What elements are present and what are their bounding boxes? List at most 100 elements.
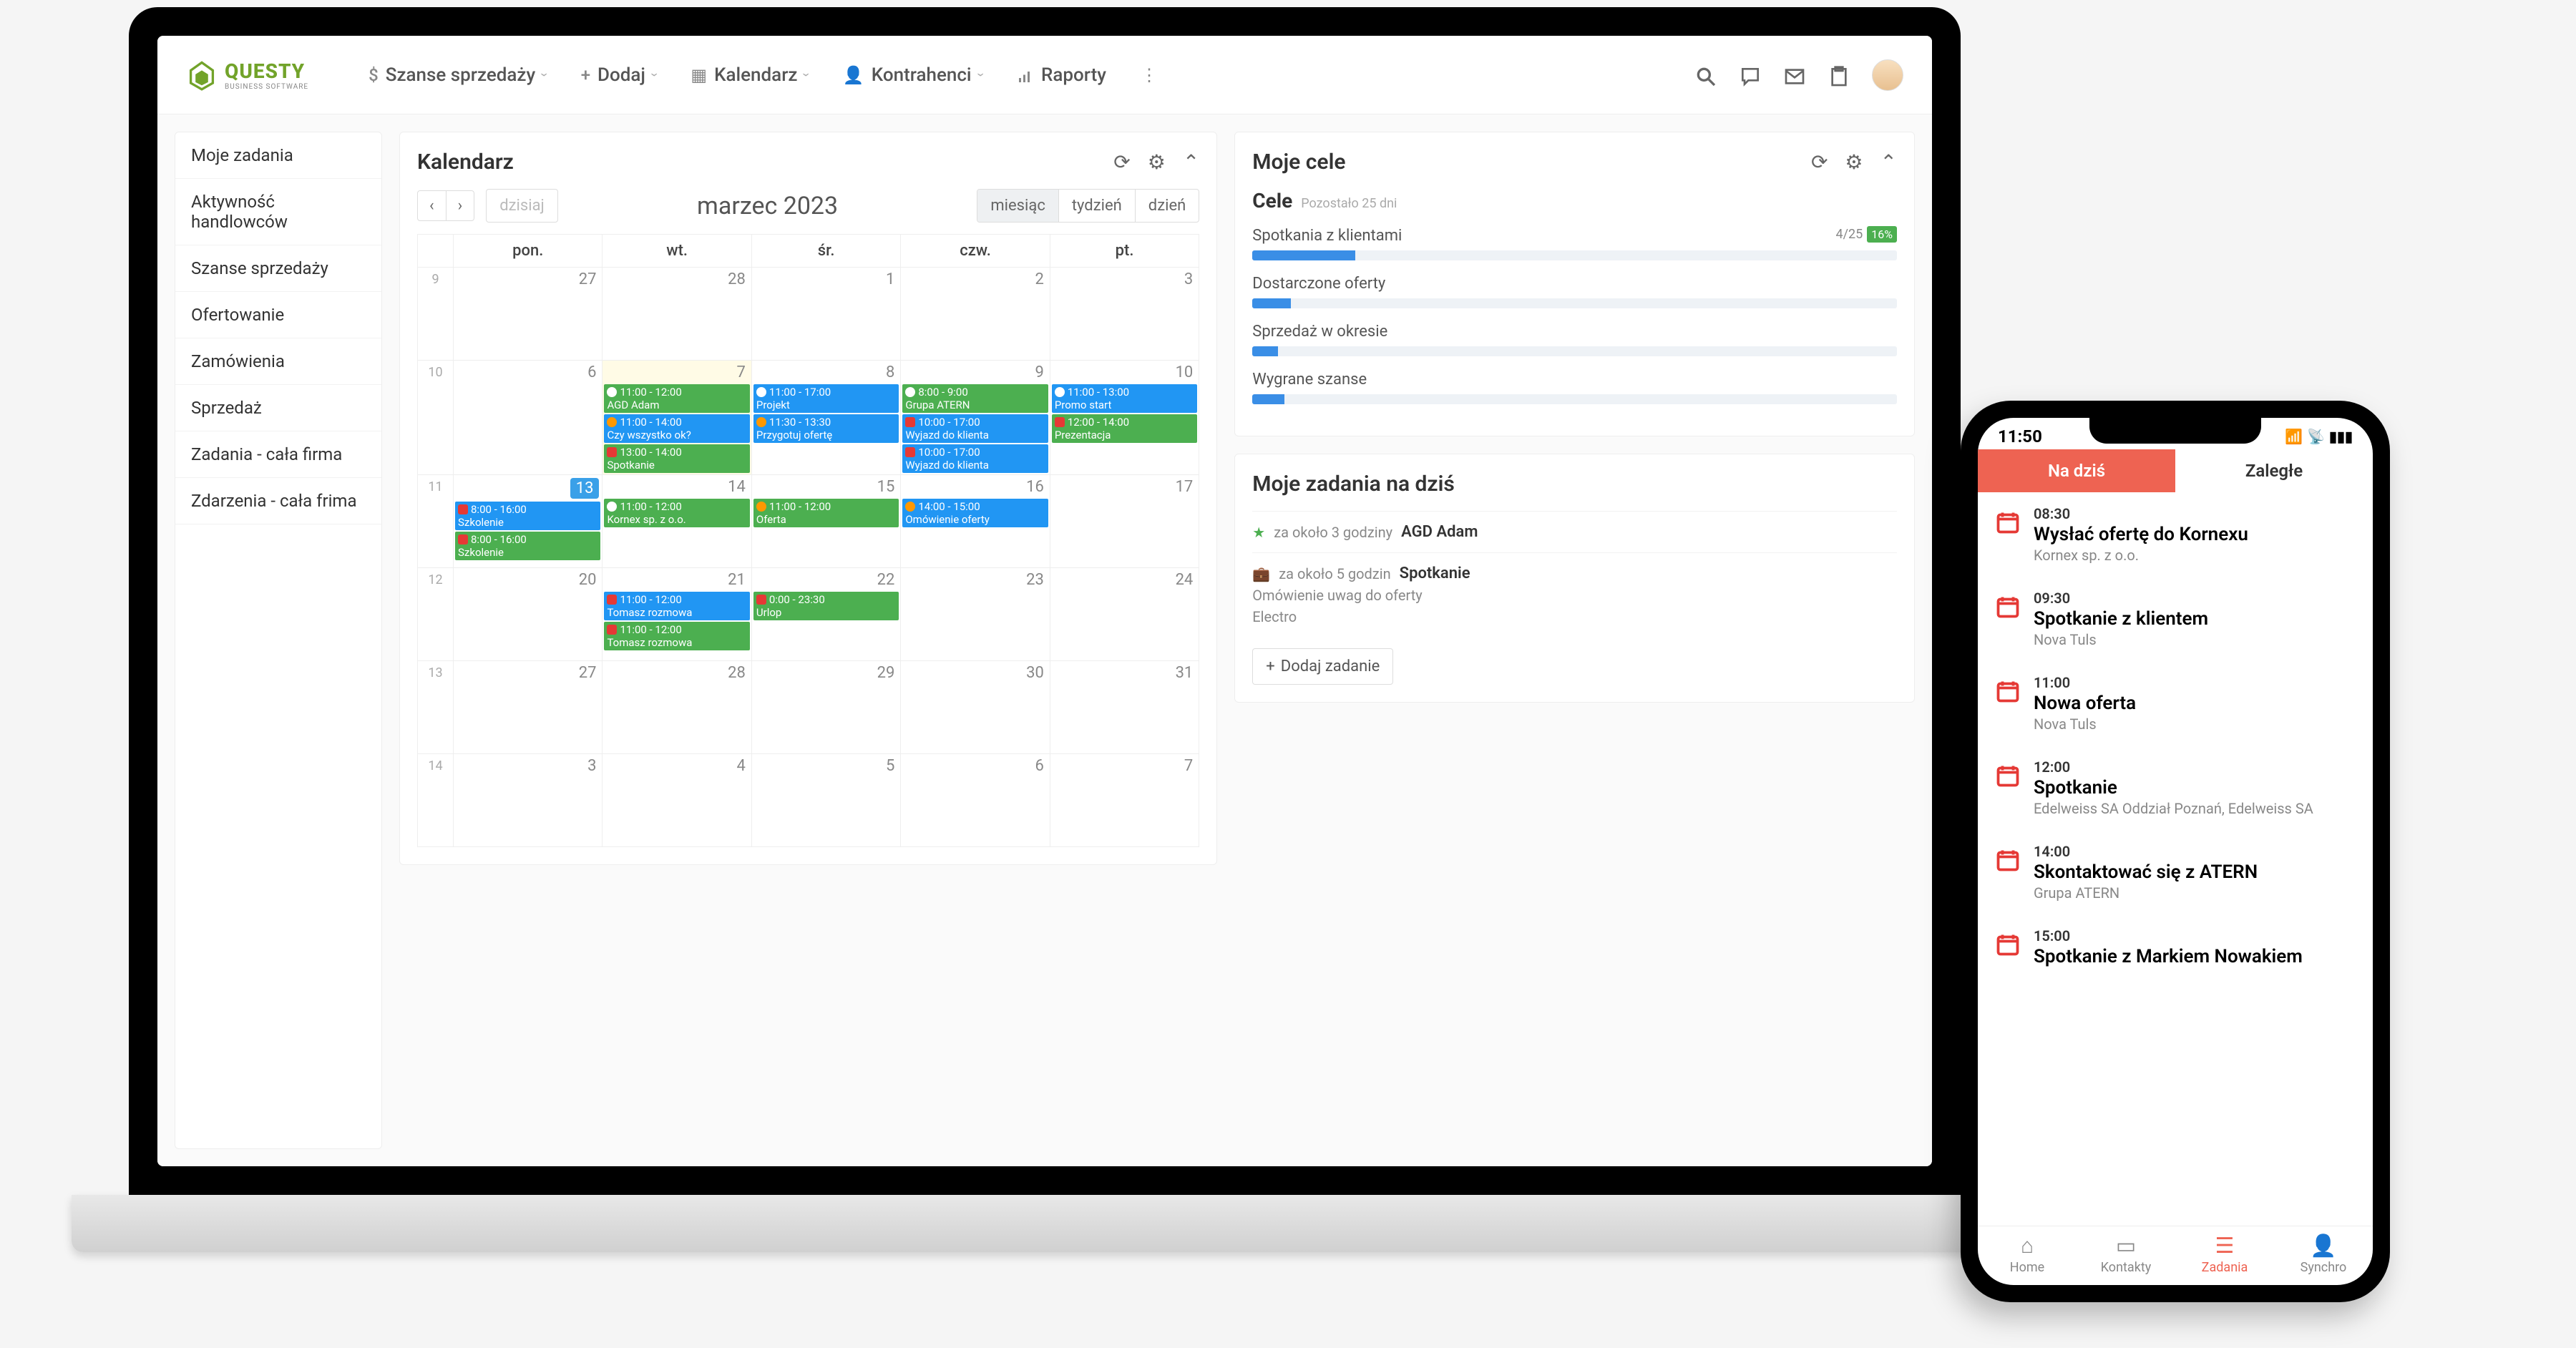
day-cell[interactable]: 5 (751, 754, 900, 847)
sidebar-item-events-all[interactable]: Zdarzenia - cała frima (175, 478, 381, 524)
view-month-button[interactable]: miesiąc (977, 190, 1059, 222)
day-cell[interactable]: 2 (901, 268, 1050, 361)
calendar-event[interactable]: 10:00 - 17:00Wyjazd do klienta (902, 444, 1048, 473)
nav-tasks[interactable]: ☰Zadania (2175, 1226, 2274, 1285)
calendar-event[interactable]: 11:00 - 12:00AGD Adam (604, 384, 749, 413)
day-cell[interactable]: 31 (1050, 661, 1199, 754)
gear-icon[interactable]: ⚙ (1845, 150, 1863, 174)
day-cell[interactable]: 23 (901, 568, 1050, 661)
refresh-icon[interactable]: ⟳ (1113, 150, 1130, 174)
calendar-event[interactable]: 11:00 - 12:00Tomasz rozmowa (604, 622, 749, 650)
calendar-event[interactable]: 11:00 - 12:00Tomasz rozmowa (604, 592, 749, 620)
phone-task-list[interactable]: 08:30 Wysłać ofertę do Kornexu Kornex sp… (1978, 492, 2373, 1226)
today-task-row[interactable]: 💼 za około 5 godzin Spotkanie Omówienie … (1252, 552, 1897, 637)
day-cell[interactable]: 7 (1050, 754, 1199, 847)
day-cell[interactable]: 3 (454, 754, 602, 847)
calendar-event[interactable]: 8:00 - 9:00Grupa ATERN (902, 384, 1048, 413)
chevron-up-icon[interactable]: ⌃ (1183, 150, 1199, 174)
nav-calendar[interactable]: ▦ Kalendarz › (673, 57, 826, 93)
day-cell[interactable]: 14 11:00 - 12:00Kornex sp. z o.o. (602, 475, 751, 568)
calendar-event[interactable]: 11:30 - 13:30Przygotuj ofertę (753, 414, 899, 443)
sidebar-item-sales[interactable]: Sprzedaż (175, 385, 381, 431)
sidebar-item-mytasks[interactable]: Moje zadania (175, 132, 381, 179)
day-cell[interactable]: 9 8:00 - 9:00Grupa ATERN 10:00 - 17:00Wy… (901, 361, 1050, 475)
logo[interactable]: QUESTY BUSINESS SOFTWARE (186, 59, 308, 91)
day-cell[interactable]: 24 (1050, 568, 1199, 661)
calendar-event[interactable]: 11:00 - 17:00Projekt (753, 384, 899, 413)
day-cell[interactable]: 3 (1050, 268, 1199, 361)
calendar-event[interactable]: 11:00 - 14:00Czy wszystko ok? (604, 414, 749, 443)
phone-task-row[interactable]: 15:00 Spotkanie z Markiem Nowakiem (1978, 914, 2373, 982)
calendar-event[interactable]: 11:00 - 12:00Kornex sp. z o.o. (604, 499, 749, 527)
day-cell[interactable]: 4 (602, 754, 751, 847)
goal-label: Dostarczone oferty (1252, 275, 1385, 293)
chat-icon[interactable] (1739, 62, 1762, 89)
view-day-button[interactable]: dzień (1136, 190, 1199, 222)
nav-add[interactable]: + Dodaj › (564, 57, 674, 93)
today-button[interactable]: dzisiaj (486, 189, 558, 223)
calendar-event[interactable]: 12:00 - 14:00Prezentacja (1052, 414, 1197, 443)
prev-month-button[interactable]: ‹ (418, 191, 447, 220)
day-cell[interactable]: 16 14:00 - 15:00Omówienie oferty (901, 475, 1050, 568)
sidebar-item-label: Zamówienia (191, 351, 285, 371)
day-cell[interactable]: 10 11:00 - 13:00Promo start 12:00 - 14:0… (1050, 361, 1199, 475)
day-cell[interactable]: 8 11:00 - 17:00Projekt 11:30 - 13:30Przy… (751, 361, 900, 475)
sidebar-item-orders[interactable]: Zamówienia (175, 338, 381, 385)
sidebar-item-label: Zdarzenia - cała frima (191, 491, 357, 511)
sidebar-item-offering[interactable]: Ofertowanie (175, 292, 381, 338)
day-cell[interactable]: 28 (602, 661, 751, 754)
sidebar-item-chances[interactable]: Szanse sprzedaży (175, 245, 381, 292)
day-cell[interactable]: 6 (901, 754, 1050, 847)
day-cell[interactable]: 22 0:00 - 23:30Urlop (751, 568, 900, 661)
day-cell[interactable]: 29 (751, 661, 900, 754)
chevron-up-icon[interactable]: ⌃ (1880, 150, 1897, 174)
nav-contacts[interactable]: ▭Kontakty (2077, 1226, 2175, 1285)
calendar-event[interactable]: 11:00 - 13:00Promo start (1052, 384, 1197, 413)
clipboard-icon[interactable] (1828, 62, 1850, 89)
refresh-icon[interactable]: ⟳ (1811, 150, 1828, 174)
phone-task-row[interactable]: 09:30 Spotkanie z klientem Nova Tuls (1978, 577, 2373, 661)
phone-task-row[interactable]: 12:00 Spotkanie Edelweiss SA Oddział Poz… (1978, 746, 2373, 830)
day-cell[interactable]: 30 (901, 661, 1050, 754)
nav-more[interactable]: ⋮ (1123, 58, 1175, 92)
day-number: 17 (1050, 475, 1199, 499)
nav-sales-chances[interactable]: $ Szanse sprzedaży › (351, 57, 564, 93)
phone-task-row[interactable]: 14:00 Skontaktować się z ATERN Grupa ATE… (1978, 830, 2373, 914)
calendar-event[interactable]: 8:00 - 16:00Szkolenie (455, 532, 600, 560)
phone-task-row[interactable]: 11:00 Nowa oferta Nova Tuls (1978, 661, 2373, 746)
nav-sync[interactable]: 👤Synchro (2274, 1226, 2373, 1285)
sidebar-item-activity[interactable]: Aktywność handlowców (175, 179, 381, 245)
day-cell[interactable]: 27 (454, 268, 602, 361)
gear-icon[interactable]: ⚙ (1148, 150, 1166, 174)
add-task-button[interactable]: + Dodaj zadanie (1252, 648, 1393, 685)
tab-today[interactable]: Na dziś (1978, 449, 2175, 492)
day-cell[interactable]: 20 (454, 568, 602, 661)
sidebar-item-tasks-all[interactable]: Zadania - cała firma (175, 431, 381, 478)
day-cell[interactable]: 27 (454, 661, 602, 754)
search-icon[interactable] (1694, 62, 1717, 89)
calendar-event[interactable]: 8:00 - 16:00Szkolenie (455, 502, 600, 530)
day-cell[interactable]: 1 (751, 268, 900, 361)
day-cell[interactable]: 17 (1050, 475, 1199, 568)
day-cell[interactable]: 28 (602, 268, 751, 361)
day-cell[interactable]: 15 11:00 - 12:00Oferta (751, 475, 900, 568)
calendar-event[interactable]: 14:00 - 15:00Omówienie oferty (902, 499, 1048, 527)
day-cell[interactable]: 7 11:00 - 12:00AGD Adam 11:00 - 14:00Czy… (602, 361, 751, 475)
day-cell[interactable]: 13 8:00 - 16:00Szkolenie 8:00 - 16:00Szk… (454, 475, 602, 568)
phone-task-row[interactable]: 08:30 Wysłać ofertę do Kornexu Kornex sp… (1978, 492, 2373, 577)
view-week-button[interactable]: tydzień (1059, 190, 1136, 222)
next-month-button[interactable]: › (447, 191, 474, 220)
nav-reports[interactable]: Raporty (1000, 57, 1123, 93)
mail-icon[interactable] (1783, 62, 1806, 89)
calendar-event[interactable]: 13:00 - 14:00Spotkanie (604, 444, 749, 473)
today-task-row[interactable]: ★ za około 3 godziny AGD Adam (1252, 511, 1897, 552)
avatar[interactable] (1872, 59, 1903, 91)
calendar-event[interactable]: 0:00 - 23:30Urlop (753, 592, 899, 620)
day-cell[interactable]: 6 (454, 361, 602, 475)
day-cell[interactable]: 21 11:00 - 12:00Tomasz rozmowa 11:00 - 1… (602, 568, 751, 661)
calendar-event[interactable]: 11:00 - 12:00Oferta (753, 499, 899, 527)
nav-home[interactable]: ⌂Home (1978, 1226, 2077, 1285)
calendar-event[interactable]: 10:00 - 17:00Wyjazd do klienta (902, 414, 1048, 443)
tab-overdue[interactable]: Zaległe (2175, 449, 2373, 492)
nav-contractors[interactable]: 👤 Kontrahenci › (826, 57, 1000, 93)
